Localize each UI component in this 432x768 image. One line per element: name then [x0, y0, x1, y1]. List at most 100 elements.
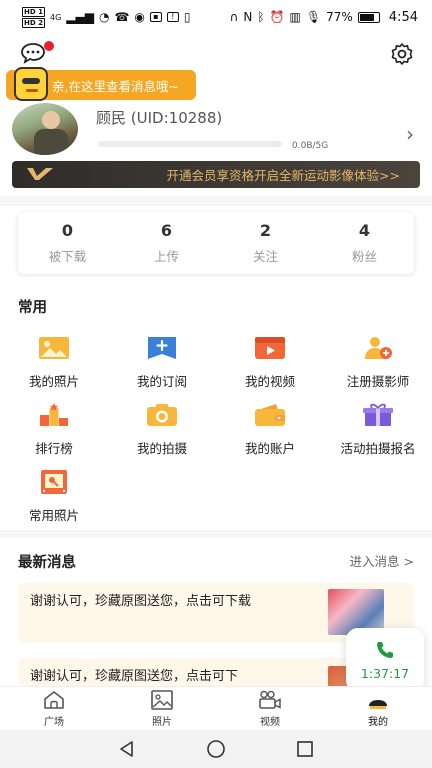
recent-apps-icon[interactable] — [296, 740, 314, 758]
tab-videos[interactable]: 视频 — [216, 687, 324, 730]
profile-icon — [369, 699, 387, 709]
frequent-photo-icon — [41, 470, 67, 494]
ranking-icon — [40, 403, 68, 426]
bottom-nav: 广场 照片 视频 我的 — [0, 686, 432, 730]
stat-value: 6 — [160, 221, 173, 240]
stat-value: 0 — [61, 221, 74, 240]
status-right: ∩ N ᛒ ⏰ ▥ 🎙 77% 4:54 — [230, 10, 418, 25]
image-icon — [151, 689, 173, 710]
grid-item-register-photographer[interactable]: 注册摄影师 — [324, 335, 432, 390]
storage-text: 0.0B/5G — [292, 141, 329, 151]
grid-item-label: 我的照片 — [28, 374, 79, 389]
user-name[interactable]: 顾民 (UID:10288) — [96, 107, 222, 128]
vip-banner[interactable]: 开通会员享资格开启全新运动影像体验>> — [12, 161, 420, 188]
wifi-icon: ◔ — [98, 10, 110, 24]
subscribe-icon — [148, 337, 176, 359]
grid-item-event-shoot-signup[interactable]: 活动拍摄报名 — [324, 402, 432, 457]
video-icon — [255, 337, 285, 359]
tab-photos[interactable]: 照片 — [108, 687, 216, 730]
status-time: 4:54 — [388, 9, 418, 25]
sim-indicators: HD 1 HD 2 — [22, 6, 45, 28]
stat-fans[interactable]: 4 粉丝 — [315, 212, 414, 274]
call-duration: 1:37:17 — [360, 665, 410, 681]
grid-item-my-account[interactable]: 我的账户 — [216, 402, 324, 457]
back-icon[interactable] — [118, 740, 136, 758]
video-camera-icon — [259, 690, 281, 709]
storage-bar — [98, 141, 282, 147]
grid-item-label: 我的账户 — [244, 441, 295, 456]
stat-following[interactable]: 2 关注 — [216, 212, 315, 274]
grid-item-frequent-photos[interactable]: 常用照片 — [0, 469, 108, 524]
tab-mine[interactable]: 我的 — [324, 687, 432, 730]
stat-label: 被下载 — [48, 249, 87, 264]
grid-item-my-shoots[interactable]: 我的拍摄 — [108, 402, 216, 457]
stat-value: 2 — [259, 221, 272, 240]
user-uid: (UID:10288) — [130, 109, 223, 127]
stat-uploads[interactable]: 6 上传 — [117, 212, 216, 274]
section-divider — [0, 196, 432, 206]
nfc-icon: N — [243, 10, 253, 24]
vibrate-icon: ▥ — [289, 10, 301, 24]
add-user-icon — [365, 337, 392, 359]
tab-plaza[interactable]: 广场 — [0, 687, 108, 730]
mic-icon: 🎙 — [305, 10, 322, 24]
grid-item-my-photos[interactable]: 我的照片 — [0, 335, 108, 390]
sim-card-icon: ▯ — [183, 10, 191, 24]
tooltip-text: 亲,在这里查看消息哦~ — [52, 78, 179, 94]
wallet-icon — [255, 404, 285, 426]
status-left: HD 1 HD 2 4G ▂▄▆ ◔ ☎ ◉ ▪ ! ▯ — [22, 6, 191, 28]
camera-icon — [147, 404, 177, 426]
message-tooltip[interactable]: 亲,在这里查看消息哦~ — [6, 67, 196, 101]
grid-item-label: 排行榜 — [35, 441, 73, 456]
tab-label: 广场 — [44, 716, 64, 728]
unread-dot — [44, 41, 54, 51]
phone-icon — [377, 641, 393, 658]
alarm-icon: ⏰ — [269, 10, 285, 24]
wechat-icon: ◉ — [134, 10, 145, 24]
grid-item-label: 我的订阅 — [136, 374, 187, 389]
battery-percent: 77% — [326, 10, 353, 24]
chat-bubble-icon[interactable] — [20, 42, 46, 64]
grid-item-label: 注册摄影师 — [346, 374, 410, 389]
stats-card: 0 被下载 6 上传 2 关注 4 粉丝 — [18, 212, 414, 274]
tab-label: 视频 — [260, 716, 280, 728]
signal-icon: ▂▄▆ — [66, 10, 94, 24]
grid-item-my-videos[interactable]: 我的视频 — [216, 335, 324, 390]
tab-label: 我的 — [368, 716, 388, 728]
sim2-badge: HD 2 — [22, 17, 45, 28]
gear-icon[interactable] — [390, 42, 414, 66]
user-name-text: 顾民 — [96, 109, 127, 127]
grid-item-label: 活动拍摄报名 — [340, 441, 416, 456]
news-section-title: 最新消息 — [18, 555, 76, 571]
home-circle-icon[interactable] — [206, 739, 226, 759]
stat-label: 上传 — [153, 249, 179, 264]
home-icon — [44, 690, 64, 709]
enter-messages-link[interactable]: 进入消息 > — [350, 551, 414, 570]
alert-icon: ! — [166, 12, 179, 22]
grid-item-ranking[interactable]: 排行榜 — [0, 402, 108, 457]
gift-icon — [363, 403, 393, 426]
photo-icon — [39, 337, 69, 359]
bee-mascot-icon — [14, 67, 48, 101]
status-bar: HD 1 HD 2 4G ▂▄▆ ◔ ☎ ◉ ▪ ! ▯ ∩ N ᛒ ⏰ ▥ 🎙… — [0, 0, 432, 34]
news-item-text: 谢谢认可，珍藏原图送您，点击可下载 — [30, 594, 252, 609]
top-bar — [0, 40, 432, 70]
stat-label: 关注 — [252, 249, 278, 264]
ongoing-call-bubble[interactable]: 1:37:17 — [346, 628, 424, 692]
section-divider — [0, 530, 432, 538]
stat-downloaded[interactable]: 0 被下载 — [18, 212, 117, 274]
chevron-right-icon[interactable]: › — [406, 122, 414, 146]
grid-item-label: 常用照片 — [28, 508, 79, 523]
stat-value: 4 — [358, 221, 371, 240]
system-nav-bar — [0, 730, 432, 768]
battery-icon — [357, 11, 380, 23]
grid-item-label: 我的拍摄 — [136, 441, 187, 456]
sim1-badge: HD 1 — [22, 6, 45, 17]
grid-item-label: 我的视频 — [244, 374, 295, 389]
grid-item-my-subscriptions[interactable]: 我的订阅 — [108, 335, 216, 390]
phone-call-status-icon: ☎ — [114, 10, 130, 24]
stat-label: 粉丝 — [351, 249, 377, 264]
vip-logo-icon — [27, 168, 53, 180]
avatar[interactable] — [12, 103, 78, 155]
headphones-icon: ∩ — [229, 10, 239, 24]
